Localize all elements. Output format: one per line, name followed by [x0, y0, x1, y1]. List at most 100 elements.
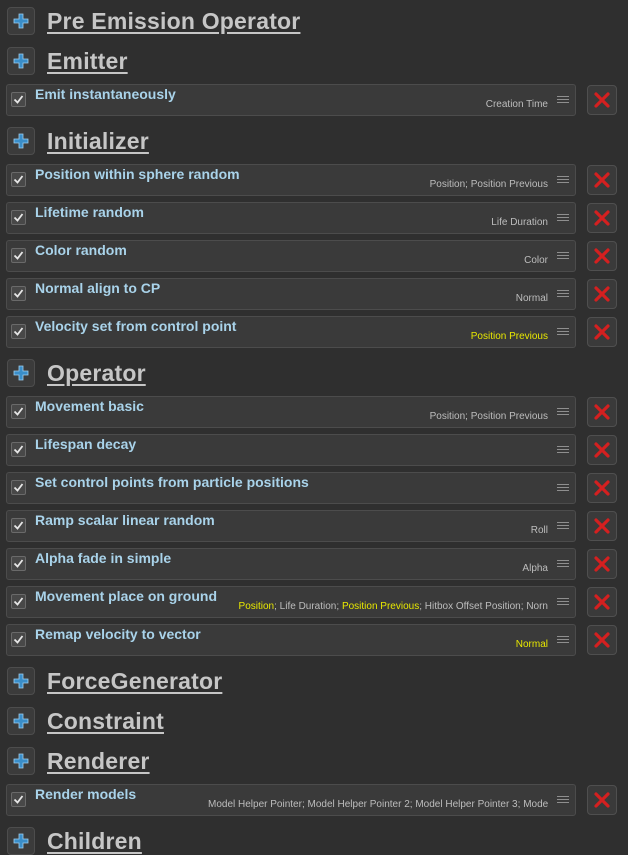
operator-row[interactable]: Position within sphere random Position; P…	[6, 164, 576, 196]
operator-row[interactable]: Lifespan decay	[6, 434, 576, 466]
section-title[interactable]: ForceGenerator	[47, 668, 222, 695]
drag-handle-icon[interactable]	[557, 176, 569, 184]
enable-checkbox[interactable]	[11, 792, 26, 807]
enable-checkbox[interactable]	[11, 324, 26, 339]
field-tag: Color	[524, 255, 548, 266]
drag-handle-icon[interactable]	[557, 560, 569, 568]
drag-handle-icon[interactable]	[557, 484, 569, 492]
delete-operator-button[interactable]	[587, 279, 617, 309]
field-tag: Position Previous	[470, 411, 548, 422]
delete-operator-button[interactable]	[587, 241, 617, 271]
drag-handle-icon[interactable]	[557, 796, 569, 804]
delete-operator-button[interactable]	[587, 473, 617, 503]
drag-handle-icon[interactable]	[557, 96, 569, 104]
drag-handle-icon[interactable]	[557, 522, 569, 530]
section-title[interactable]: Children	[47, 828, 142, 855]
drag-handle-icon[interactable]	[557, 328, 569, 336]
drag-handle-icon[interactable]	[557, 252, 569, 260]
field-tag: Position	[429, 411, 466, 422]
field-tag: Model Helper Pointer 3	[415, 799, 518, 810]
delete-operator-button[interactable]	[587, 435, 617, 465]
operator-name: Render models	[35, 786, 137, 802]
enable-checkbox[interactable]	[11, 92, 26, 107]
add-renderer-button[interactable]	[7, 747, 35, 775]
x-icon	[594, 518, 610, 534]
delete-operator-button[interactable]	[587, 625, 617, 655]
drag-handle-icon[interactable]	[557, 598, 569, 606]
operator-row[interactable]: Color random Color	[6, 240, 576, 272]
particle-operator-panel: Pre Emission Operator Emitter Emit instant…	[0, 0, 628, 855]
operator-fields: Normal	[516, 639, 548, 650]
field-tag: Life Duration	[491, 217, 548, 228]
enable-checkbox[interactable]	[11, 518, 26, 533]
enable-checkbox[interactable]	[11, 480, 26, 495]
enable-checkbox[interactable]	[11, 286, 26, 301]
operator-row[interactable]: Alpha fade in simple Alpha	[6, 548, 576, 580]
section-title[interactable]: Operator	[47, 360, 146, 387]
enable-checkbox[interactable]	[11, 210, 26, 225]
operator-row[interactable]: Movement place on ground Position; Life D…	[6, 586, 576, 618]
field-tag: Position Previous	[341, 601, 420, 612]
add-operator-button[interactable]	[7, 359, 35, 387]
x-icon	[594, 324, 610, 340]
add-constraint-button[interactable]	[7, 707, 35, 735]
section-title[interactable]: Constraint	[47, 708, 164, 735]
operator-row[interactable]: Movement basic Position; Position Previou…	[6, 396, 576, 428]
section-header-emitter: Emitter	[7, 44, 128, 78]
operator-row[interactable]: Emit instantaneously Creation Time	[6, 84, 576, 116]
enable-checkbox[interactable]	[11, 404, 26, 419]
section-title[interactable]: Initializer	[47, 128, 149, 155]
delete-operator-button[interactable]	[587, 587, 617, 617]
drag-handle-icon[interactable]	[557, 636, 569, 644]
x-icon	[594, 172, 610, 188]
operator-row[interactable]: Normal align to CP Normal	[6, 278, 576, 310]
delete-operator-button[interactable]	[587, 85, 617, 115]
enable-checkbox[interactable]	[11, 248, 26, 263]
plus-icon	[13, 13, 29, 29]
add-emitter-button[interactable]	[7, 47, 35, 75]
operator-row[interactable]: Render models Model Helper Pointer; Model…	[6, 784, 576, 816]
add-forcegenerator-button[interactable]	[7, 667, 35, 695]
delete-operator-button[interactable]	[587, 317, 617, 347]
operator-fields: Position Previous	[471, 331, 548, 342]
drag-handle-icon[interactable]	[557, 408, 569, 416]
field-tag: Roll	[530, 525, 548, 536]
section-header-constraint: Constraint	[7, 704, 164, 738]
operator-row[interactable]: Velocity set from control point Position …	[6, 316, 576, 348]
operator-row[interactable]: Set control points from particle positio…	[6, 472, 576, 504]
enable-checkbox[interactable]	[11, 556, 26, 571]
delete-operator-button[interactable]	[587, 397, 617, 427]
x-icon	[594, 556, 610, 572]
section-header-operator: Operator	[7, 356, 146, 390]
delete-operator-button[interactable]	[587, 203, 617, 233]
delete-operator-button[interactable]	[587, 165, 617, 195]
operator-name: Movement place on ground	[35, 588, 218, 604]
drag-handle-icon[interactable]	[557, 290, 569, 298]
x-icon	[594, 248, 610, 264]
add-pre-emission-operator-button[interactable]	[7, 7, 35, 35]
add-initializer-button[interactable]	[7, 127, 35, 155]
operator-name: Normal align to CP	[35, 280, 161, 296]
add-children-button[interactable]	[7, 827, 35, 855]
enable-checkbox[interactable]	[11, 442, 26, 457]
operator-row[interactable]: Remap velocity to vector Normal	[6, 624, 576, 656]
enable-checkbox[interactable]	[11, 172, 26, 187]
delete-operator-button[interactable]	[587, 549, 617, 579]
drag-handle-icon[interactable]	[557, 446, 569, 454]
x-icon	[594, 632, 610, 648]
enable-checkbox[interactable]	[11, 594, 26, 609]
operator-row[interactable]: Lifetime random Life Duration	[6, 202, 576, 234]
delete-operator-button[interactable]	[587, 511, 617, 541]
operator-name: Ramp scalar linear random	[35, 512, 215, 528]
enable-checkbox[interactable]	[11, 632, 26, 647]
drag-handle-icon[interactable]	[557, 214, 569, 222]
section-title[interactable]: Pre Emission Operator	[47, 8, 300, 35]
plus-icon	[13, 365, 29, 381]
section-title[interactable]: Emitter	[47, 48, 128, 75]
delete-operator-button[interactable]	[587, 785, 617, 815]
operator-row[interactable]: Ramp scalar linear random Roll	[6, 510, 576, 542]
field-tag: Model Helper Pointer 2	[307, 799, 410, 810]
operator-fields: Normal	[516, 293, 548, 304]
section-title[interactable]: Renderer	[47, 748, 150, 775]
operator-fields: Alpha	[522, 563, 548, 574]
